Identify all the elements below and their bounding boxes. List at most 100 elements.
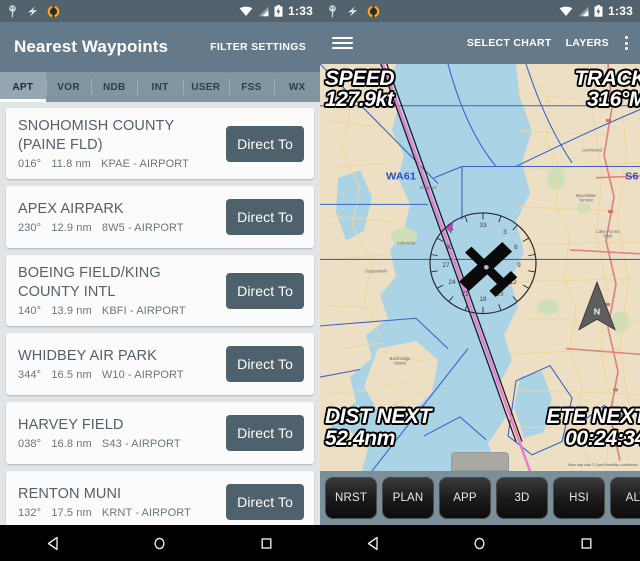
place-label: Kingston: [419, 185, 437, 190]
select-chart-button[interactable]: SELECT CHART: [467, 37, 552, 49]
waypoint-name: WHIDBEY AIR PARK: [18, 348, 157, 364]
svg-text:9: 9: [517, 262, 521, 269]
alt-button[interactable]: ALT: [610, 477, 640, 519]
waypoint-distance: 16.5 nm: [51, 369, 92, 381]
waypoint-info: SNOHOMISH COUNTY (PAINE FLD) 016° 11.8 n…: [18, 117, 226, 170]
waypoint-ident-type: W10 - AIRPORT: [101, 369, 184, 381]
waypoint-info: HARVEY FIELD 038° 16.8 nm S43 - AIRPORT: [18, 416, 226, 450]
recents-icon[interactable]: [242, 525, 292, 561]
wifi-icon: [239, 6, 253, 16]
map-function-buttons: NRST PLAN APP 3D HSI ALT: [320, 471, 640, 525]
svg-text:30: 30: [445, 244, 453, 251]
tab-ndb[interactable]: NDB: [91, 72, 137, 102]
dual-screenshot-container: 1:33 Nearest Waypoints FILTER SETTINGS A…: [0, 0, 640, 561]
direct-to-button[interactable]: Direct To: [226, 346, 304, 382]
svg-text:18: 18: [479, 296, 487, 303]
waypoint-info: BOEING FIELD/KING COUNTY INTL 140° 13.9 …: [18, 264, 226, 317]
3d-button[interactable]: 3D: [496, 477, 548, 519]
tab-wx[interactable]: WX: [274, 72, 320, 102]
map-app-bar-actions: SELECT CHART LAYERS: [467, 36, 628, 50]
direct-to-button[interactable]: Direct To: [226, 125, 304, 162]
waypoint-distance: 13.9 nm: [51, 305, 92, 317]
map-canvas[interactable]: 33 3 6 9 12 15 18 21 24 27 30 WA61 S6 Ly…: [320, 64, 640, 471]
waypoint-meta: 038° 16.8 nm S43 - AIRPORT: [18, 438, 218, 450]
place-label: Lynnwood: [582, 147, 602, 152]
battery-charging-icon: [594, 5, 603, 17]
back-icon[interactable]: [348, 525, 398, 561]
panel-drag-handle[interactable]: [451, 452, 509, 471]
layers-button[interactable]: LAYERS: [566, 37, 609, 49]
direct-to-button[interactable]: Direct To: [226, 484, 304, 520]
tab-vor[interactable]: VOR: [45, 72, 92, 102]
nrst-button[interactable]: NRST: [325, 477, 377, 519]
place-label: Park: [603, 234, 613, 239]
waypoint-meta: 344° 16.5 nm W10 - AIRPORT: [18, 369, 218, 381]
status-bar-clock: 1:33: [608, 4, 633, 18]
waypoint-ident-type: KBFI - AIRPORT: [101, 305, 186, 317]
home-icon[interactable]: [135, 525, 185, 561]
direct-to-button[interactable]: Direct To: [226, 415, 304, 451]
app-button[interactable]: APP: [439, 477, 491, 519]
waypoint-distance: 12.9 nm: [51, 222, 92, 234]
wifi-icon: [559, 6, 573, 16]
place-label: Terrace: [579, 198, 594, 203]
tab-user[interactable]: USER: [182, 72, 229, 102]
list-item[interactable]: APEX AIRPARK 230° 12.9 nm 8W5 - AIRPORT …: [6, 186, 314, 248]
list-item[interactable]: HARVEY FIELD 038° 16.8 nm S43 - AIRPORT …: [6, 402, 314, 464]
plan-button[interactable]: PLAN: [382, 477, 434, 519]
back-icon[interactable]: [28, 525, 78, 561]
waypoint-ident-type: KRNT - AIRPORT: [101, 507, 191, 519]
direct-to-button[interactable]: Direct To: [226, 199, 304, 235]
page-title: Nearest Waypoints: [14, 37, 169, 56]
map-app-bar: SELECT CHART LAYERS: [320, 22, 640, 64]
lightning-bolt-icon: [348, 6, 357, 16]
waypoint-meta: 140° 13.9 nm KBFI - AIRPORT: [18, 305, 218, 317]
waypoint-bearing: 140°: [18, 305, 42, 317]
svg-text:33: 33: [479, 222, 487, 229]
waypoint-name: HARVEY FIELD: [18, 417, 124, 433]
signal-icon: [578, 6, 589, 16]
waypoint-meta: 132° 17.5 nm KRNT - AIRPORT: [18, 507, 218, 519]
map-rendering: 33 3 6 9 12 15 18 21 24 27 30 WA61 S6 Ly…: [320, 64, 640, 471]
waypoint-meta: 016° 11.8 nm KPAE - AIRPORT: [18, 158, 218, 170]
hamburger-icon[interactable]: [332, 37, 353, 49]
waypoint-name: RENTON MUNI: [18, 486, 122, 502]
waypoint-name: BOEING FIELD/KING COUNTY INTL: [18, 265, 161, 300]
svg-text:6: 6: [514, 244, 518, 251]
orange-compass-icon: [47, 4, 60, 18]
filter-settings-button[interactable]: FILTER SETTINGS: [210, 41, 306, 53]
status-bar-left-icons: [327, 4, 380, 18]
place-label: Suquamish: [365, 269, 388, 274]
android-nav-bar: [320, 525, 640, 561]
list-item[interactable]: BOEING FIELD/KING COUNTY INTL 140° 13.9 …: [6, 255, 314, 326]
moving-map-screen: 1:33 SELECT CHART LAYERS 33 3 6 9 12 15 …: [320, 0, 640, 561]
direct-to-button[interactable]: Direct To: [226, 272, 304, 309]
waypoint-info: RENTON MUNI 132° 17.5 nm KRNT - AIRPORT: [18, 485, 226, 519]
status-bar-clock: 1:33: [288, 4, 313, 18]
kebab-menu-icon[interactable]: [623, 36, 628, 50]
list-item[interactable]: WHIDBEY AIR PARK 344° 16.5 nm W10 - AIRP…: [6, 333, 314, 395]
waypoint-ident-type: S43 - AIRPORT: [101, 438, 181, 450]
recents-icon[interactable]: [562, 525, 612, 561]
svg-text:3: 3: [503, 229, 507, 236]
nearest-waypoints-screen: 1:33 Nearest Waypoints FILTER SETTINGS A…: [0, 0, 320, 561]
tab-int[interactable]: INT: [137, 72, 183, 102]
tab-fss[interactable]: FSS: [228, 72, 275, 102]
app-bar: Nearest Waypoints FILTER SETTINGS: [0, 22, 320, 72]
tab-apt[interactable]: APT: [0, 72, 46, 102]
home-icon[interactable]: [455, 525, 505, 561]
airway-label-wa61: WA61: [386, 171, 416, 183]
waypoint-distance: 16.8 nm: [51, 438, 92, 450]
waypoint-distance: 17.5 nm: [51, 507, 92, 519]
waypoint-list[interactable]: SNOHOMISH COUNTY (PAINE FLD) 016° 11.8 n…: [0, 102, 320, 525]
status-bar: 1:33: [0, 0, 320, 22]
svg-text:24: 24: [448, 279, 456, 286]
waypoint-meta: 230° 12.9 nm 8W5 - AIRPORT: [18, 222, 218, 234]
airway-label-s6: S6: [625, 171, 638, 183]
hsi-button[interactable]: HSI: [553, 477, 605, 519]
status-bar-left-icons: [7, 4, 60, 18]
list-item[interactable]: SNOHOMISH COUNTY (PAINE FLD) 016° 11.8 n…: [6, 108, 314, 179]
list-item[interactable]: RENTON MUNI 132° 17.5 nm KRNT - AIRPORT …: [6, 471, 314, 525]
gps-pin-icon: [329, 4, 336, 17]
svg-text:27: 27: [442, 262, 450, 269]
